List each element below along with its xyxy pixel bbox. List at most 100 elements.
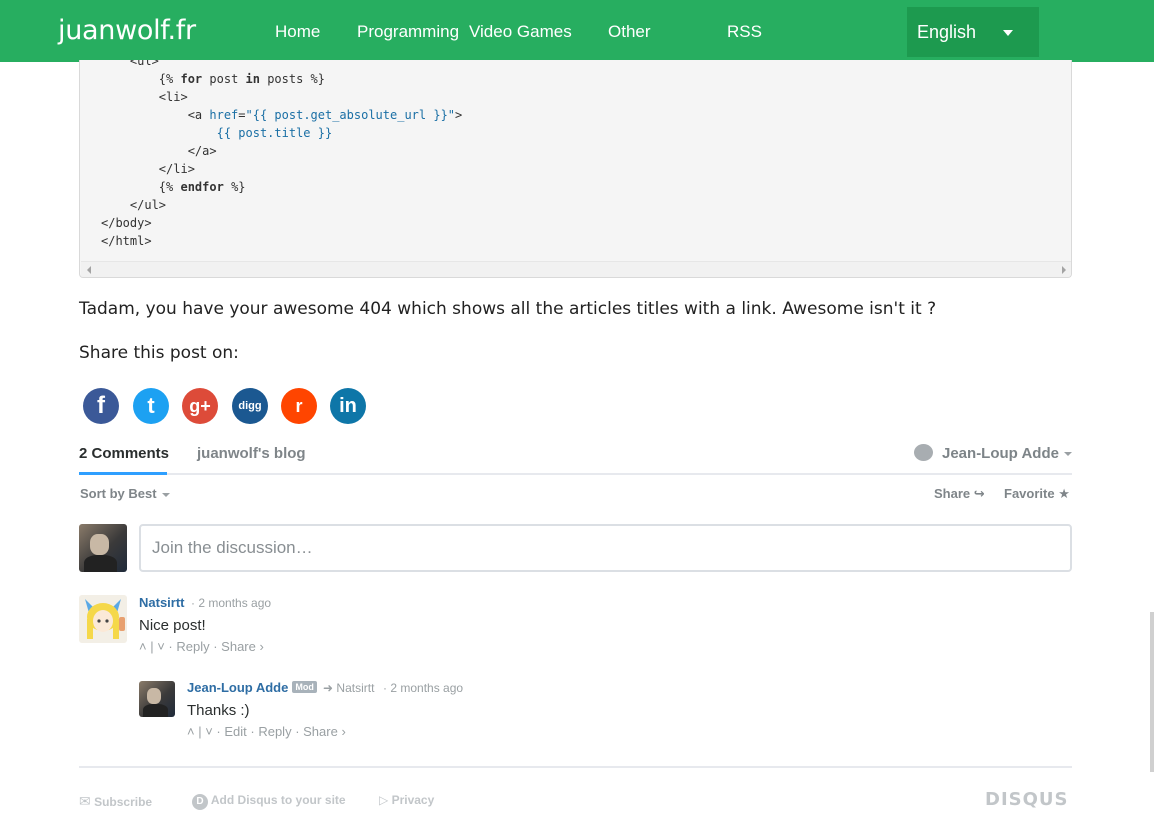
share-thread-button[interactable]: Share ↪ — [934, 486, 985, 502]
downvote-icon[interactable]: ˅ — [205, 724, 213, 739]
avatar[interactable] — [79, 595, 127, 643]
site-brand[interactable]: juanwolf.fr — [58, 15, 196, 46]
tab-comments[interactable]: 2 Comments — [79, 445, 169, 462]
reply-link[interactable]: Reply — [258, 724, 291, 739]
subscribe-label: Subscribe — [94, 795, 153, 809]
share-label: Share — [934, 486, 971, 501]
linkedin-icon: in — [339, 395, 357, 417]
facebook-share-button[interactable]: f — [83, 388, 119, 424]
twitter-share-button[interactable]: t — [133, 388, 169, 424]
chevron-down-icon — [1003, 30, 1013, 36]
upvote-icon[interactable]: ˄ — [139, 639, 147, 654]
google-plus-share-button[interactable]: g+ — [182, 388, 218, 424]
reply-to-name: Natsirtt — [336, 681, 375, 695]
add-disqus-label: Add Disqus to your site — [210, 793, 346, 807]
favorite-button[interactable]: Favorite ★ — [1004, 486, 1070, 502]
favorite-label: Favorite — [1004, 486, 1055, 501]
code-line: {% endfor %} — [101, 180, 246, 194]
tab-community[interactable]: juanwolf's blog — [197, 445, 306, 462]
user-name: Jean-Loup Adde — [942, 445, 1059, 462]
anime-avatar-icon — [85, 599, 125, 639]
comment-time-text: 2 months ago — [390, 681, 464, 695]
comment-author[interactable]: Natsirtt — [139, 595, 185, 610]
comment-text: Nice post! — [139, 617, 206, 634]
code-line: {% for post in posts %} — [101, 72, 326, 86]
tabs-divider — [79, 473, 1072, 475]
comment-time[interactable]: · 2 months ago — [383, 681, 463, 695]
comment-input[interactable]: Join the discussion… — [139, 524, 1072, 572]
add-disqus-link[interactable]: D Add Disqus to your site — [192, 793, 346, 810]
code-line: {{ post.title }} — [216, 126, 333, 140]
twitter-icon: t — [147, 393, 155, 418]
code-line: <a href="{{ post.get_absolute_url }}"> — [101, 108, 463, 122]
comment-time-text: 2 months ago — [198, 596, 272, 610]
language-label: English — [917, 22, 977, 42]
code-line: <ul> — [101, 60, 159, 68]
user-menu[interactable]: Jean-Loup Adde — [942, 445, 1072, 462]
nav-programming[interactable]: Programming — [357, 22, 459, 42]
avatar[interactable] — [79, 524, 127, 572]
footer-divider — [79, 766, 1072, 768]
avatar-face — [146, 688, 162, 705]
reddit-icon: r — [295, 396, 303, 416]
comment-author-name[interactable]: Jean-Loup Adde — [187, 680, 288, 695]
comment-actions: ˄ | ˅ · Reply · Share › — [139, 639, 264, 654]
code-line: <li> — [101, 90, 188, 104]
share-link[interactable]: Share › — [303, 724, 346, 739]
reply-arrow-icon: ➜ — [323, 681, 334, 695]
reddit-share-button[interactable]: r — [281, 388, 317, 424]
code-block: <ul> {% for post in posts %} <li> <a hre… — [79, 60, 1072, 278]
sort-dropdown[interactable]: Sort by Best — [80, 486, 170, 501]
horizontal-scrollbar[interactable] — [81, 261, 1071, 277]
share-heading: Share this post on: — [79, 343, 239, 363]
scroll-left-icon[interactable] — [87, 266, 91, 274]
scroll-right-icon[interactable] — [1062, 266, 1066, 274]
privacy-icon: ▷ — [379, 793, 389, 807]
nav-other[interactable]: Other — [608, 22, 651, 42]
top-navbar: juanwolf.fr Home Programming Video Games… — [0, 0, 1154, 62]
sort-label: Sort by Best — [80, 486, 157, 501]
downvote-icon[interactable]: ˅ — [157, 639, 165, 654]
nav-rss[interactable]: RSS — [727, 22, 762, 42]
edit-link[interactable]: Edit — [224, 724, 246, 739]
linkedin-share-button[interactable]: in — [330, 388, 366, 424]
privacy-label: Privacy — [391, 793, 435, 807]
share-link[interactable]: Share › — [221, 639, 264, 654]
disqus-d-icon: D — [192, 794, 208, 810]
envelope-icon: ✉ — [79, 793, 91, 809]
avatar[interactable] — [139, 681, 175, 717]
language-select[interactable]: English — [907, 7, 1039, 57]
reply-link[interactable]: Reply — [176, 639, 209, 654]
nav-home[interactable]: Home — [275, 22, 320, 42]
facebook-icon: f — [97, 392, 105, 419]
comment-actions: ˄ | ˅ · Edit · Reply · Share › — [187, 724, 346, 739]
privacy-link[interactable]: ▷ Privacy — [379, 793, 434, 807]
code-content: <ul> {% for post in posts %} <li> <a hre… — [101, 60, 462, 250]
nav-video-games[interactable]: Video Games — [469, 22, 572, 42]
code-line: </li> — [101, 162, 195, 176]
mod-badge: Mod — [292, 681, 317, 693]
comment-time[interactable]: · 2 months ago — [191, 596, 271, 610]
active-tab-indicator — [79, 472, 167, 475]
code-line: </body> — [101, 216, 152, 230]
star-icon: ★ — [1058, 486, 1070, 501]
comment-text: Thanks :) — [187, 702, 250, 719]
chevron-down-icon — [1063, 452, 1072, 457]
digg-share-button[interactable]: digg — [232, 388, 268, 424]
google-plus-icon: g+ — [189, 396, 211, 416]
avatar-face — [89, 533, 109, 556]
code-line: </ul> — [101, 198, 167, 212]
comment-author: Jean-Loup Adde Mod — [187, 680, 317, 695]
code-line: </a> — [101, 144, 217, 158]
subscribe-link[interactable]: ✉ Subscribe — [79, 793, 152, 810]
upvote-icon[interactable]: ˄ — [187, 724, 195, 739]
avatar-body — [142, 704, 168, 717]
chevron-down-icon — [161, 492, 170, 497]
avatar-body — [83, 555, 118, 572]
notification-bubble-icon[interactable] — [914, 444, 933, 461]
article-paragraph: Tadam, you have your awesome 404 which s… — [79, 299, 937, 319]
vertical-scrollbar[interactable] — [1150, 612, 1154, 772]
digg-icon: digg — [238, 400, 262, 412]
reply-to[interactable]: ➜ Natsirtt — [323, 681, 374, 695]
disqus-logo[interactable]: DISQUS — [985, 789, 1068, 810]
